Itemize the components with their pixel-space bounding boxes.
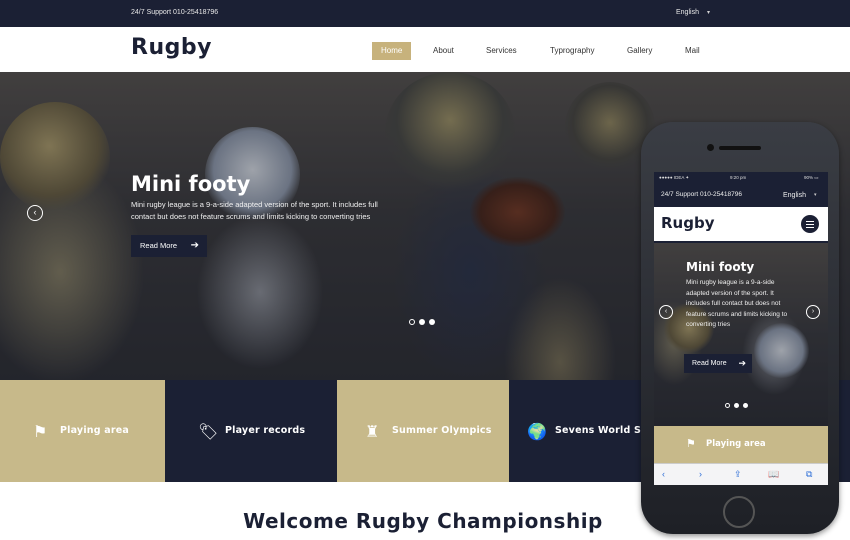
welcome-title: Welcome Rugby Championship xyxy=(243,509,603,533)
slider-dot-active[interactable] xyxy=(419,319,425,325)
site-header: Rugby Home About Services Typrography Ga… xyxy=(0,27,850,72)
phone-mockup: ●●●●● IDEA ✦ 9:20 pm 90% ▭ 24/7 Support … xyxy=(641,122,839,534)
slider-dot[interactable] xyxy=(743,403,748,408)
phone-header: Rugby xyxy=(654,207,828,241)
arrow-right-icon: ➔ xyxy=(738,358,746,368)
home-button[interactable] xyxy=(723,496,755,528)
feature-label: Summer Olympics xyxy=(392,425,492,436)
phone-support-phone: 24/7 Support 010-25418796 xyxy=(661,191,742,198)
forward-icon[interactable]: › xyxy=(699,469,702,479)
globe-icon: 🌍 xyxy=(527,424,547,441)
slider-dot-active[interactable] xyxy=(734,403,739,408)
nav-gallery[interactable]: Gallery xyxy=(627,42,652,60)
tag-icon: 🏷 xyxy=(198,424,219,441)
phone-feature-playing-area[interactable]: ⚑ Playing area xyxy=(654,426,828,463)
feature-playing-area[interactable]: ⚑ Playing area xyxy=(0,380,165,482)
feature-player-records[interactable]: 🏷 Player records xyxy=(165,380,337,482)
slider-dot[interactable] xyxy=(429,319,435,325)
carrier-label: ●●●●● IDEA ✦ xyxy=(659,175,690,180)
phone-slider-next-button[interactable]: › xyxy=(806,305,820,319)
nav-typography[interactable]: Typrography xyxy=(550,42,594,60)
status-time: 9:20 pm xyxy=(730,175,747,180)
nav-mail[interactable]: Mail xyxy=(685,42,700,60)
tower-icon: ♜ xyxy=(365,424,380,441)
share-icon[interactable]: ⇪ xyxy=(734,469,742,480)
back-icon[interactable]: ‹ xyxy=(662,469,665,479)
feature-label: Playing area xyxy=(60,425,130,436)
phone-language-selector[interactable]: English xyxy=(783,192,806,199)
language-selector[interactable]: English xyxy=(676,9,699,16)
camera-icon xyxy=(707,144,714,151)
hero-description: Mini rugby league is a 9-a-side adapted … xyxy=(131,200,378,221)
support-phone: 24/7 Support 010-25418796 xyxy=(131,9,219,16)
phone-read-more-button[interactable]: Read More ➔ xyxy=(684,354,752,373)
chevron-down-icon[interactable]: ▾ xyxy=(707,9,710,16)
battery-icon: 90% ▭ xyxy=(804,175,819,180)
arrow-right-icon: ➔ xyxy=(190,240,199,251)
top-bar: 24/7 Support 010-25418796 English ▾ xyxy=(0,0,850,27)
phone-logo[interactable]: Rugby xyxy=(661,214,714,232)
phone-hero-description: Mini rugby league is a 9-a-side adapted … xyxy=(686,279,788,328)
feature-label: Player records xyxy=(225,425,306,436)
flag-icon: ⚑ xyxy=(33,424,48,441)
slider-prev-button[interactable]: ‹ xyxy=(27,205,43,221)
phone-status-bar: ●●●●● IDEA ✦ 9:20 pm 90% ▭ xyxy=(654,172,828,184)
read-more-label: Read More xyxy=(140,241,178,250)
read-more-label: Read More xyxy=(692,360,727,367)
page: 24/7 Support 010-25418796 English ▾ Rugb… xyxy=(0,0,850,540)
hero-title: Mini footy xyxy=(131,172,251,196)
nav-about[interactable]: About xyxy=(433,42,454,60)
chevron-down-icon[interactable]: ▾ xyxy=(814,192,817,198)
phone-screen: ●●●●● IDEA ✦ 9:20 pm 90% ▭ 24/7 Support … xyxy=(654,172,828,485)
phone-hero-title: Mini footy xyxy=(686,260,755,274)
phone-slider-prev-button[interactable]: ‹ xyxy=(659,305,673,319)
speaker-icon xyxy=(719,146,761,150)
slider-dot[interactable] xyxy=(409,319,415,325)
browser-toolbar: ‹ › ⇪ 📖 ⧉ xyxy=(654,463,828,485)
bookmarks-icon[interactable]: 📖 xyxy=(768,469,779,480)
nav-home[interactable]: Home xyxy=(372,42,412,60)
phone-hero-slider: Mini footy Mini rugby league is a 9-a-si… xyxy=(654,243,828,426)
feature-summer-olympics[interactable]: ♜ Summer Olympics xyxy=(337,380,509,482)
site-logo[interactable]: Rugby xyxy=(131,35,212,60)
read-more-button[interactable]: Read More ➔ xyxy=(131,235,207,257)
tabs-icon[interactable]: ⧉ xyxy=(806,469,812,480)
slider-dot[interactable] xyxy=(725,403,730,408)
feature-label: Sevens World Se xyxy=(555,425,648,436)
flag-icon: ⚑ xyxy=(686,438,696,450)
hamburger-menu-icon[interactable] xyxy=(801,215,819,233)
feature-label: Playing area xyxy=(706,439,766,449)
nav-services[interactable]: Services xyxy=(486,42,517,60)
